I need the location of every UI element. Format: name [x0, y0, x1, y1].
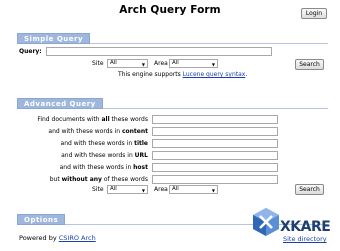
advanced-row-input[interactable]: [152, 151, 278, 160]
advanced-row-label: and with these words in title: [60, 140, 148, 147]
adv-site-label: Site: [92, 186, 104, 193]
adv-area-label: Area: [154, 186, 168, 193]
advanced-query-heading: Advanced Query: [17, 98, 103, 109]
xkare-logo-icon: [253, 208, 279, 236]
simple-query-heading: Simple Query: [17, 33, 91, 44]
lucene-syntax-link[interactable]: Lucene query syntax: [183, 71, 246, 78]
advanced-row-input[interactable]: [152, 127, 278, 136]
advanced-row-input[interactable]: [152, 139, 278, 148]
site-directory-link[interactable]: Site directory: [283, 235, 327, 243]
chevron-down-icon: ▼: [141, 62, 145, 67]
advanced-row-label: and with these words in URL: [61, 152, 148, 159]
xkare-logo-text: XKARE: [280, 219, 331, 235]
advanced-row-input[interactable]: [152, 115, 278, 124]
chevron-down-icon: ▼: [141, 188, 145, 193]
chevron-down-icon: ▼: [211, 188, 215, 193]
advanced-row-label: and with these words in host: [59, 164, 148, 171]
page-title: Arch Query Form: [119, 4, 221, 16]
adv-area-select[interactable]: All ▼: [169, 185, 218, 194]
advanced-row-label: Find documents with all these words: [37, 116, 148, 123]
site-label: Site: [92, 60, 104, 67]
chevron-down-icon: ▼: [211, 62, 215, 67]
csiro-arch-link[interactable]: CSIRO Arch: [59, 234, 96, 242]
advanced-row-input[interactable]: [152, 163, 278, 172]
advanced-row-label: and with these words in content: [48, 128, 148, 135]
area-select[interactable]: All ▼: [169, 59, 218, 68]
advanced-row-input[interactable]: [152, 175, 278, 184]
options-heading: Options: [17, 214, 66, 225]
adv-site-select[interactable]: All ▼: [107, 185, 148, 194]
advanced-search-button[interactable]: Search: [295, 184, 324, 195]
login-button[interactable]: Login: [301, 8, 327, 19]
syntax-note: This engine supports Lucene query syntax…: [118, 71, 248, 78]
area-label: Area: [154, 60, 168, 67]
powered-by: Powered by CSIRO Arch: [19, 234, 96, 242]
query-label: Query:: [19, 48, 42, 55]
query-input[interactable]: [46, 47, 272, 56]
site-select[interactable]: All ▼: [107, 59, 148, 68]
advanced-row-label: but without any of these words: [49, 176, 148, 183]
simple-search-button[interactable]: Search: [295, 59, 324, 70]
